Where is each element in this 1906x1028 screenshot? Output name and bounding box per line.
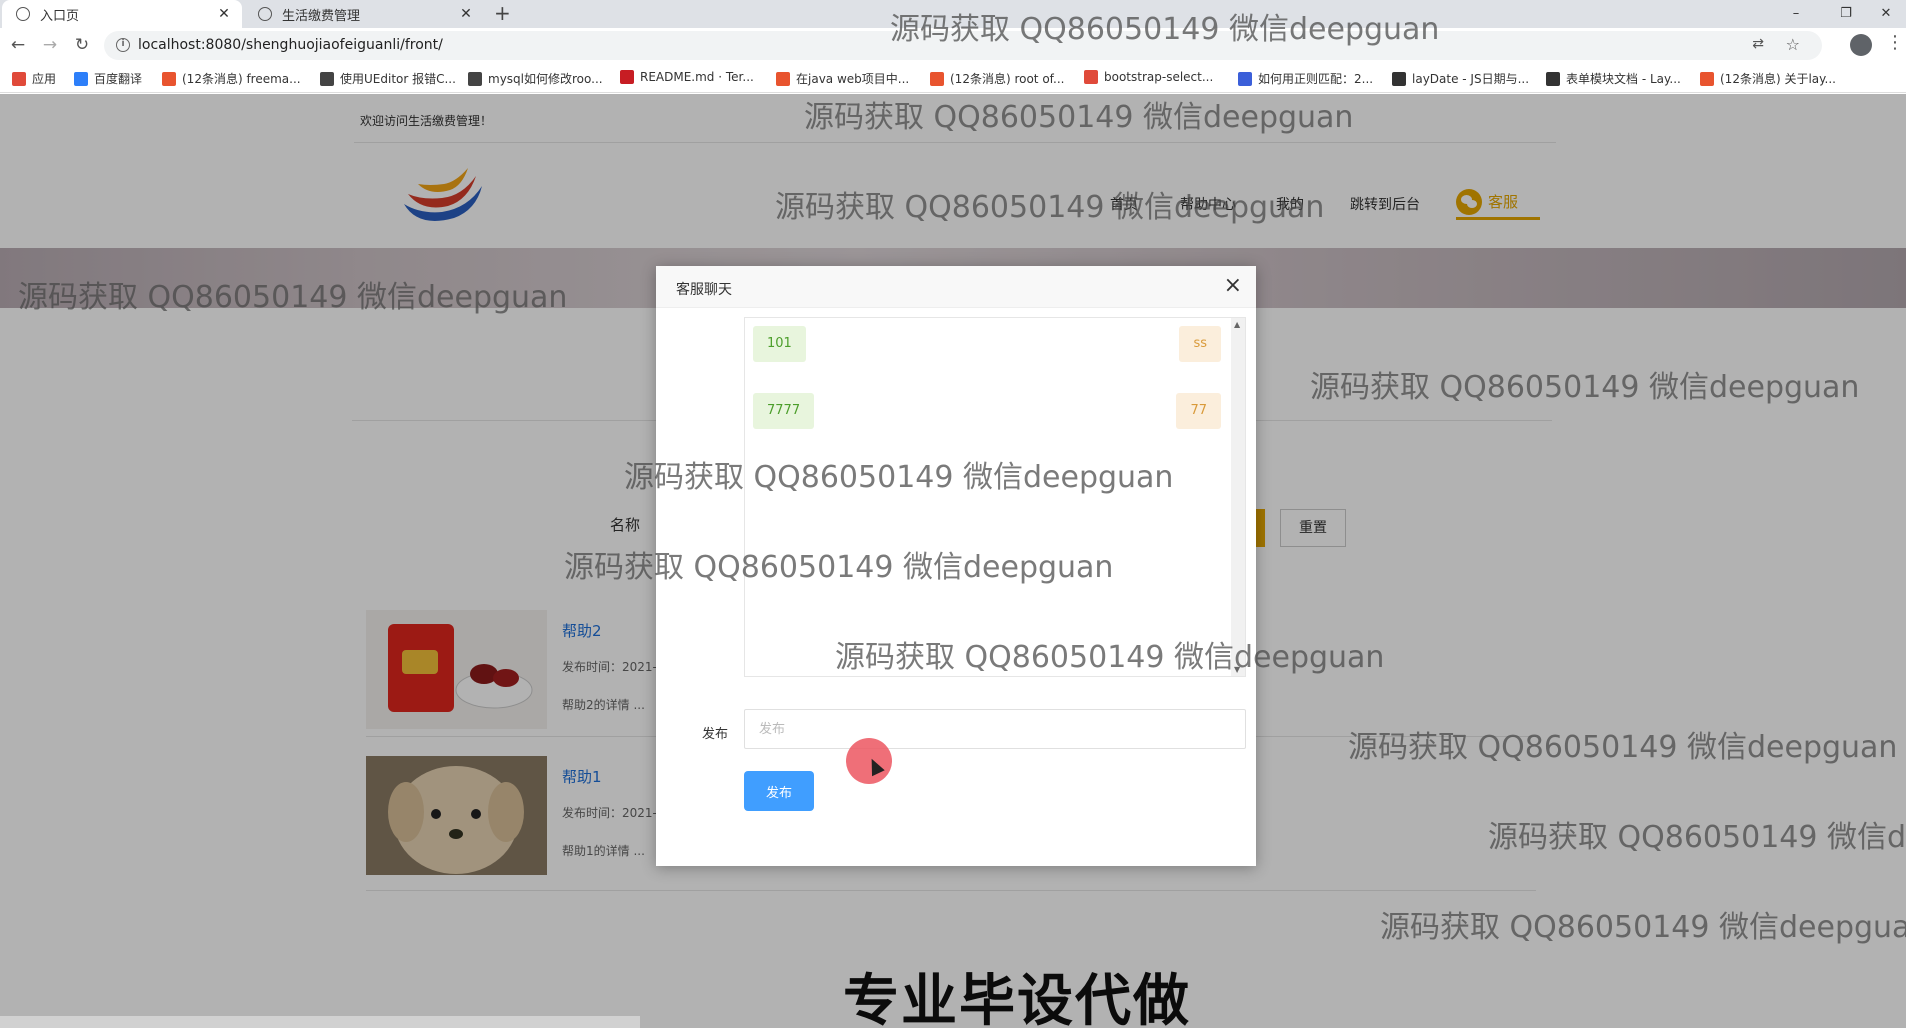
status-bar <box>0 1016 640 1028</box>
bookmark-item[interactable]: bootstrap-select... <box>1084 70 1213 84</box>
address-bar[interactable]: i localhost:8080/shenghuojiaofeiguanli/f… <box>104 31 1822 60</box>
url-text: localhost:8080/shenghuojiaofeiguanli/fro… <box>138 37 443 53</box>
bookmark-item[interactable]: 表单模块文档 - Lay... <box>1546 70 1681 87</box>
bookmark-label: 表单模块文档 - Lay... <box>1566 72 1681 86</box>
bookmark-favicon-icon <box>320 71 334 86</box>
bookmark-favicon-icon <box>1084 70 1098 84</box>
bookmark-item[interactable]: mysql如何修改roo... <box>468 70 603 87</box>
browser-tab-active[interactable]: 入口页 ✕ <box>2 0 242 28</box>
tab-label: 入口页 <box>40 8 80 24</box>
bookmark-label: 百度翻译 <box>94 72 143 86</box>
bookmark-label: 使用UEditor 报错C... <box>340 72 456 86</box>
scroll-up-icon[interactable]: ▲ <box>1234 320 1240 329</box>
bookmark-favicon-icon <box>620 70 634 84</box>
bookmark-label: README.md · Ter... <box>640 70 754 84</box>
close-icon[interactable]: × <box>1224 274 1242 298</box>
restore-button[interactable]: ❐ <box>1826 0 1866 28</box>
menu-kebab-icon[interactable]: ⋮ <box>1886 32 1904 53</box>
tab-close-icon[interactable]: ✕ <box>458 6 474 22</box>
apps-grid-icon <box>12 71 26 86</box>
bookmarks-bar: 应用 百度翻译 (12条消息) freema... 使用UEditor 报错C... m… <box>0 63 1906 93</box>
window-close-button[interactable]: ✕ <box>1866 0 1906 28</box>
bookmark-favicon-icon <box>1700 71 1714 86</box>
settings-icon <box>258 7 272 21</box>
globe-icon <box>16 7 30 21</box>
customer-service-chat-dialog: 客服聊天 × 101 ss 7777 77 ▲ ▼ 发布 发布 <box>656 266 1256 866</box>
bookmark-item[interactable]: (12条消息) freema... <box>162 70 301 87</box>
bookmark-label: mysql如何修改roo... <box>488 72 603 86</box>
chat-message-area[interactable]: 101 ss 7777 77 ▲ ▼ <box>744 317 1246 677</box>
bookmark-favicon-icon <box>1546 71 1560 86</box>
bookmark-label: (12条消息) root of... <box>950 72 1065 86</box>
browser-tab-bar: 入口页 ✕ 生活缴费管理 ✕ + – ❐ ✕ <box>0 0 1906 28</box>
bookmark-item[interactable]: (12条消息) 关于lay... <box>1700 70 1836 87</box>
forward-button[interactable]: → <box>38 33 62 57</box>
minimize-button[interactable]: – <box>1776 0 1816 28</box>
bookmark-favicon-icon <box>930 71 944 86</box>
bookmark-favicon-icon <box>1392 71 1406 86</box>
bookmark-favicon-icon <box>74 71 88 86</box>
translate-icon[interactable]: ⇄ <box>1752 36 1764 52</box>
chat-message-reply: 77 <box>1176 393 1221 429</box>
tab-label: 生活缴费管理 <box>282 8 361 24</box>
new-tab-button[interactable]: + <box>494 0 511 28</box>
bookmark-favicon-icon <box>468 71 482 86</box>
bookmark-item[interactable]: 使用UEditor 报错C... <box>320 70 456 87</box>
bookmark-item[interactable]: README.md · Ter... <box>620 70 754 84</box>
bookmark-label: 在java web项目中... <box>796 72 910 86</box>
bookmark-item[interactable]: layDate - JS日期与... <box>1392 70 1529 87</box>
scroll-down-icon[interactable]: ▼ <box>1234 665 1240 674</box>
chat-message-reply: ss <box>1179 326 1221 362</box>
bookmark-star-icon[interactable]: ☆ <box>1786 35 1800 54</box>
bookmark-item[interactable]: (12条消息) root of... <box>930 70 1064 87</box>
chat-scrollbar[interactable]: ▲ ▼ <box>1231 318 1245 676</box>
browser-toolbar: ← → ↻ i localhost:8080/shenghuojiaofeigu… <box>0 28 1906 63</box>
bookmark-favicon-icon <box>1238 71 1252 86</box>
send-button[interactable]: 发布 <box>744 771 814 811</box>
chat-message-user: 101 <box>753 326 806 362</box>
post-label: 发布 <box>702 727 729 742</box>
bookmark-label: (12条消息) freema... <box>182 72 301 86</box>
back-button[interactable]: ← <box>6 33 30 57</box>
chat-message-user: 7777 <box>753 393 815 429</box>
message-input[interactable] <box>744 709 1246 749</box>
dialog-header: 客服聊天 × <box>656 266 1256 308</box>
bookmark-item[interactable]: 在java web项目中... <box>776 70 909 87</box>
bookmark-label: layDate - JS日期与... <box>1412 72 1530 86</box>
reload-button[interactable]: ↻ <box>70 33 94 57</box>
dialog-title: 客服聊天 <box>676 282 732 298</box>
info-icon[interactable]: i <box>116 38 130 52</box>
bookmark-item[interactable]: 应用 <box>12 70 56 87</box>
bookmark-label: 如何用正则匹配：2... <box>1258 72 1374 86</box>
bookmark-favicon-icon <box>162 71 176 86</box>
bookmark-item[interactable]: 如何用正则匹配：2... <box>1238 70 1373 87</box>
bookmark-item[interactable]: 百度翻译 <box>74 70 142 87</box>
browser-tab[interactable]: 生活缴费管理 ✕ <box>244 0 484 28</box>
bookmark-label: (12条消息) 关于lay... <box>1720 72 1836 86</box>
bookmark-favicon-icon <box>776 71 790 86</box>
bookmark-label: bootstrap-select... <box>1104 70 1214 84</box>
tab-close-icon[interactable]: ✕ <box>216 6 232 22</box>
profile-avatar-icon[interactable] <box>1850 34 1872 56</box>
bookmark-label: 应用 <box>32 72 57 86</box>
